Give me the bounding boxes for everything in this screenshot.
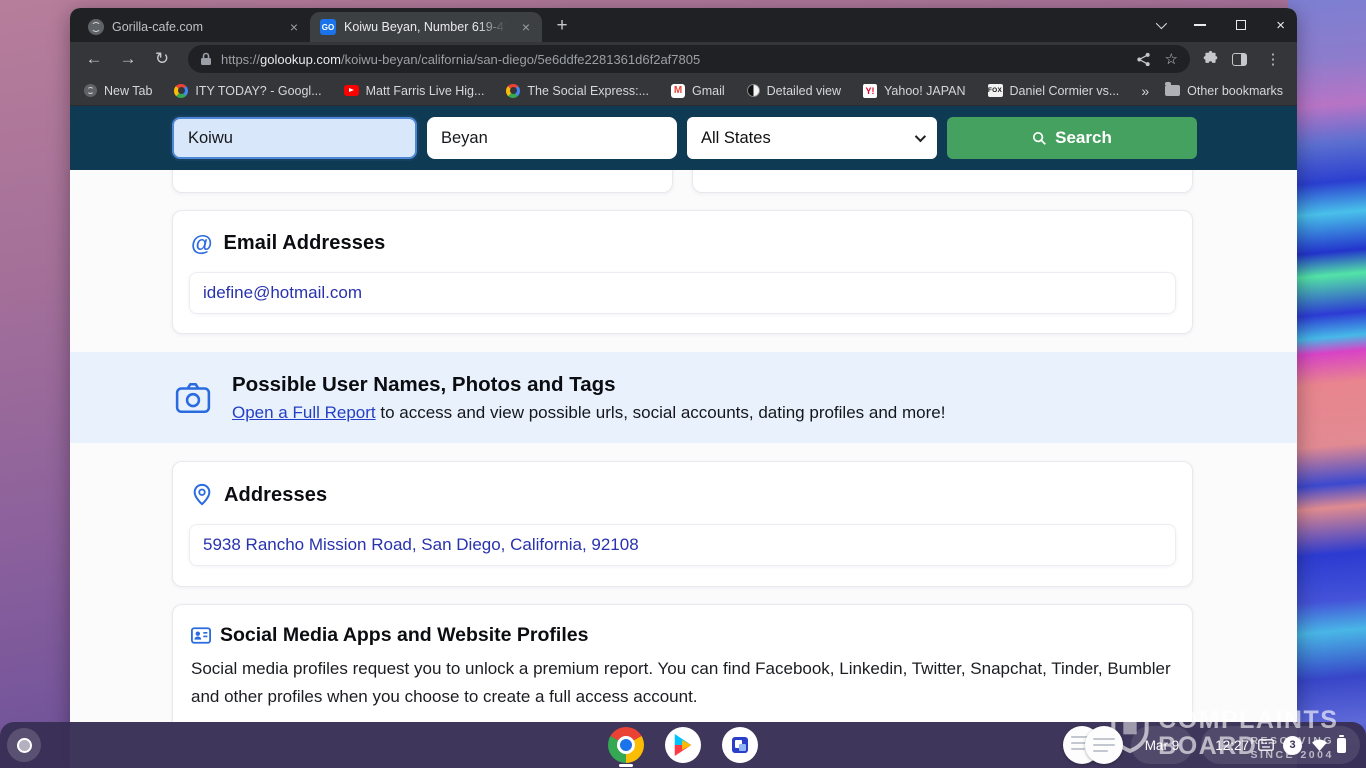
truncated-card [172,170,673,193]
contrast-icon [747,84,760,97]
maximize-button[interactable] [1236,20,1246,30]
profile-card-icon [191,626,211,645]
play-store-app-icon[interactable] [665,727,701,763]
open-full-report-link[interactable]: Open a Full Report [232,403,376,422]
google-icon [174,84,188,98]
truncated-card [692,170,1193,193]
bookmark-gmail[interactable]: MGmail [671,84,725,98]
search-button[interactable]: Search [947,117,1197,159]
address-bar[interactable]: https://golookup.com/koiwu-beyan/califor… [188,45,1190,73]
lock-icon [200,52,212,66]
bookmark-item[interactable]: Matt Farris Live Hig... [344,84,485,98]
search-header: All States Search [70,106,1297,170]
first-name-input[interactable] [172,117,417,159]
section-title: Possible User Names, Photos and Tags [232,373,945,397]
bookmark-star-icon[interactable]: ☆ [1165,50,1178,68]
date-pill[interactable]: Mar 9 [1131,726,1194,764]
window-close-button[interactable]: × [1276,18,1285,33]
url-text: https://golookup.com/koiwu-beyan/califor… [221,52,700,67]
email-value[interactable]: idefine@hotmail.com [189,272,1176,314]
folder-icon [1165,85,1180,96]
social-description: Social media profiles request you to unl… [173,647,1192,711]
section-title: Social Media Apps and Website Profiles [220,624,588,647]
fox-icon: FOX [988,84,1003,97]
screenshot-thumbnail[interactable] [1085,726,1123,764]
files-icon [730,735,750,755]
tab-title: Koiwu Beyan, Number 619-471 [344,20,510,34]
state-select[interactable]: All States [687,117,937,159]
extensions-icon[interactable] [1202,51,1219,68]
forward-button[interactable]: → [114,45,142,73]
last-name-input[interactable] [427,117,677,159]
launcher-button[interactable] [7,728,41,762]
tab-strip: Gorilla-cafe.com × GO Koiwu Beyan, Numbe… [70,8,1297,42]
play-store-icon [673,734,693,756]
map-pin-icon [191,483,213,507]
page-body: @ Email Addresses idefine@hotmail.com Po… [70,170,1297,768]
new-tab-button[interactable]: + [550,15,574,37]
globe-icon [84,84,97,97]
notification-badge: 3 [1283,736,1302,755]
bookmarks-overflow-button[interactable]: » [1141,83,1149,99]
web-page: All States Search @ [70,106,1297,768]
tab-title: Gorilla-cafe.com [112,20,278,34]
clock-label: 12:27 [1215,738,1249,753]
tab-close-icon[interactable]: × [518,19,534,35]
bookmark-item[interactable]: FOXDaniel Cormier vs... [988,84,1120,98]
reload-button[interactable]: ↻ [148,45,176,73]
section-title: Email Addresses [223,232,385,255]
shelf: Mar 9 12:27 3 [0,722,1366,768]
tab-golookup-active[interactable]: GO Koiwu Beyan, Number 619-471 × [310,12,542,42]
browser-toolbar: ← → ↻ https://golookup.com/koiwu-beyan/c… [70,42,1297,76]
minimize-button[interactable] [1194,24,1206,26]
bookmark-item[interactable]: Detailed view [747,84,841,98]
chevron-down-icon [915,131,926,142]
chrome-app-icon[interactable] [608,727,644,763]
status-tray[interactable]: 12:27 3 [1201,726,1360,764]
share-icon[interactable] [1136,52,1151,67]
active-app-indicator [619,764,633,767]
wallpaper [1288,0,1366,768]
gmail-icon: M [671,84,685,98]
at-sign-icon: @ [191,233,212,255]
bookmark-yahoo[interactable]: Y!Yahoo! JAPAN [863,84,966,98]
address-value[interactable]: 5938 Rancho Mission Road, San Diego, Cal… [189,524,1176,566]
addresses-card: Addresses 5938 Rancho Mission Road, San … [172,461,1193,587]
globe-favicon-icon [88,19,104,35]
menu-dots-icon[interactable]: ⋮ [1259,45,1287,73]
browser-window: Gorilla-cafe.com × GO Koiwu Beyan, Numbe… [70,8,1297,768]
email-addresses-card: @ Email Addresses idefine@hotmail.com [172,210,1193,334]
wifi-icon [1311,738,1328,752]
other-bookmarks-button[interactable]: Other bookmarks [1165,84,1283,98]
yahoo-icon: Y! [863,84,877,98]
bookmark-item[interactable]: The Social Express:... [506,84,649,98]
date-label: Mar 9 [1145,738,1180,753]
google-icon [506,84,520,98]
tab-gorilla-cafe[interactable]: Gorilla-cafe.com × [78,12,310,42]
bookmark-item[interactable]: ITY TODAY? - Googl... [174,84,321,98]
battery-icon [1337,738,1346,753]
side-panel-icon[interactable] [1225,45,1253,73]
golookup-favicon-icon: GO [320,19,336,35]
youtube-icon [344,85,359,96]
usernames-section: Possible User Names, Photos and Tags Ope… [70,352,1297,443]
keyboard-icon [1258,739,1274,751]
search-icon [1032,131,1047,146]
section-title: Addresses [224,484,327,507]
bookmarks-bar: New Tab ITY TODAY? - Googl... Matt Farri… [70,76,1297,106]
usernames-text: Open a Full Report to access and view po… [232,403,945,423]
bookmark-new-tab[interactable]: New Tab [84,84,152,98]
tab-close-icon[interactable]: × [286,19,302,35]
tab-search-chevron-icon[interactable] [1156,18,1167,29]
desktop: Gorilla-cafe.com × GO Koiwu Beyan, Numbe… [0,0,1366,768]
tote-thumbnails[interactable] [1063,726,1123,764]
files-app-icon[interactable] [722,727,758,763]
camera-icon [175,381,211,415]
back-button[interactable]: ← [80,45,108,73]
